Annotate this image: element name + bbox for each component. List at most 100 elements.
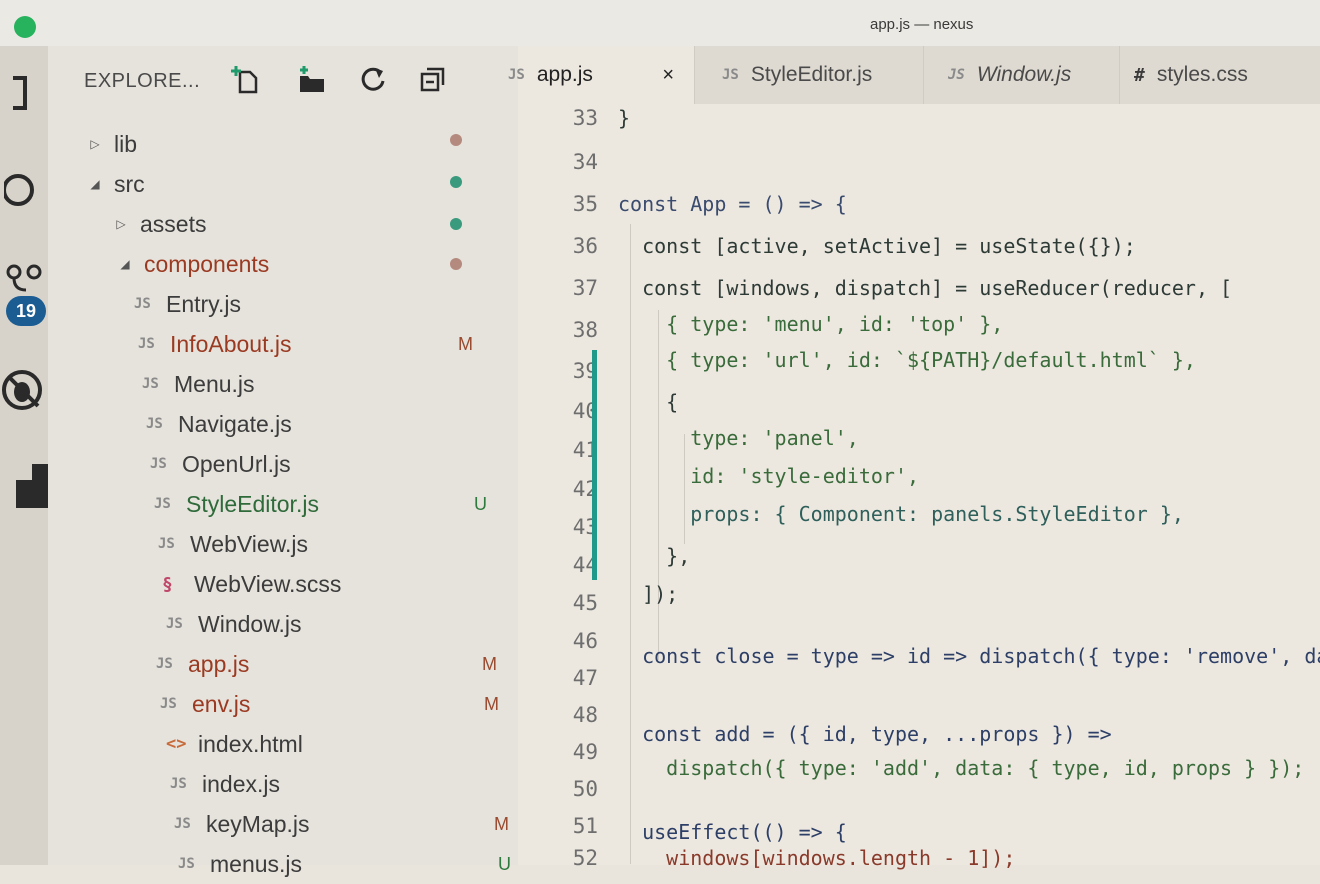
git-status-dot	[450, 258, 462, 270]
tab-label: StyleEditor.js	[750, 63, 873, 86]
code-line: const [windows, dispatch] = useReducer(r…	[618, 276, 1233, 300]
close-icon[interactable]: ×	[662, 64, 674, 87]
js-file-icon: JS	[174, 816, 191, 832]
tree-file-openurl[interactable]: JS OpenUrl.js	[48, 444, 518, 484]
tree-file-webview-js[interactable]: JS WebView.js	[48, 524, 518, 564]
tree-file-styleeditor[interactable]: JS StyleEditor.js U	[48, 484, 518, 524]
scm-badge: 19	[6, 296, 46, 326]
line-number-gutter: 33 34 35 36 37 38 39 40 41 42 43 44 45 4…	[518, 104, 608, 870]
tree-label: index.html	[198, 730, 303, 757]
explorer-header: EXPLORE...	[48, 46, 518, 114]
tree-file-env[interactable]: JS env.js M	[48, 684, 518, 724]
js-file-icon: JS	[150, 456, 167, 472]
tree-folder-lib[interactable]: ▷ lib	[48, 124, 518, 164]
window-title: app.js — nexus	[870, 16, 974, 33]
line-number: 46	[572, 629, 598, 653]
chevron-right-icon: ▷	[116, 217, 126, 231]
git-status-dot	[450, 218, 462, 230]
tree-folder-assets[interactable]: ▷ assets	[48, 204, 518, 244]
code-line: const [active, setActive] = useState({})…	[618, 234, 1136, 258]
code-line: { type: 'url', id: `${PATH}/default.html…	[618, 348, 1196, 372]
code-line: windows[windows.length - 1]);	[618, 846, 1016, 870]
line-number: 52	[572, 846, 598, 870]
tree-file-infoabout[interactable]: JS InfoAbout.js M	[48, 324, 518, 364]
tab-window-js[interactable]: JS Window.js	[924, 46, 1120, 104]
tree-label: keyMap.js	[206, 810, 310, 837]
indent-guide	[684, 434, 685, 544]
tree-label: InfoAbout.js	[170, 330, 292, 357]
scss-file-icon: §	[162, 573, 173, 595]
extensions-icon[interactable]	[0, 460, 48, 508]
js-file-icon: JS	[146, 416, 163, 432]
tree-file-webview-scss[interactable]: § WebView.scss	[48, 564, 518, 604]
line-number: 49	[572, 740, 598, 764]
activity-bar: 19	[0, 46, 48, 865]
js-file-icon: JS	[170, 776, 187, 792]
tree-label: WebView.js	[190, 530, 309, 557]
js-file-icon: JS	[508, 67, 525, 83]
tab-app-js[interactable]: JS app.js ×	[508, 46, 695, 104]
js-file-icon: JS	[948, 67, 965, 83]
tree-label: components	[144, 250, 270, 277]
tree-label: menus.js	[210, 850, 303, 877]
git-modified-badge: M	[484, 693, 499, 714]
code-line: useEffect(() => {	[618, 820, 847, 844]
js-file-icon: JS	[134, 296, 151, 312]
tab-label: Window.js	[976, 63, 1072, 86]
tree-folder-src[interactable]: ◢ src	[48, 164, 518, 204]
editor-tab-bar: JS app.js × JS StyleEditor.js JS Window.…	[508, 46, 1320, 105]
tree-file-menus[interactable]: JS menus.js U	[48, 844, 518, 884]
git-status-dot	[450, 134, 462, 146]
js-file-icon: JS	[158, 536, 175, 552]
tree-file-menu[interactable]: JS Menu.js	[48, 364, 518, 404]
tree-file-navigate[interactable]: JS Navigate.js	[48, 404, 518, 444]
git-modified-badge: M	[482, 653, 497, 674]
code-line: id: 'style-editor',	[618, 464, 920, 488]
new-folder-icon[interactable]	[296, 64, 326, 94]
js-file-icon: JS	[138, 336, 155, 352]
tree-file-index-html[interactable]: <> index.html	[48, 724, 518, 764]
js-file-icon: JS	[722, 67, 739, 83]
line-number: 37	[572, 276, 598, 300]
tree-file-window[interactable]: JS Window.js	[48, 604, 518, 644]
line-number: 47	[572, 666, 598, 690]
title-bar: app.js — nexus	[0, 0, 1320, 47]
tree-file-app[interactable]: JS app.js M	[48, 644, 518, 684]
code-editor[interactable]: 33 34 35 36 37 38 39 40 41 42 43 44 45 4…	[518, 104, 1320, 870]
tree-label: StyleEditor.js	[186, 490, 319, 517]
tab-label: styles.css	[1156, 63, 1248, 86]
line-number: 38	[572, 318, 598, 342]
files-icon[interactable]	[0, 72, 48, 112]
js-file-icon: JS	[166, 616, 183, 632]
debug-icon[interactable]	[0, 368, 48, 412]
git-modified-badge: M	[458, 333, 473, 354]
tree-folder-components[interactable]: ◢ components	[48, 244, 518, 284]
search-icon[interactable]	[0, 170, 48, 210]
source-control-icon[interactable]	[0, 264, 48, 298]
tree-label: index.js	[202, 770, 280, 797]
line-number: 50	[572, 777, 598, 801]
line-number: 48	[572, 703, 598, 727]
js-file-icon: JS	[142, 376, 159, 392]
tab-styles-css[interactable]: # styles.css	[1120, 46, 1320, 104]
collapse-all-icon[interactable]	[418, 64, 448, 94]
tree-label: src	[114, 170, 145, 197]
git-untracked-badge: U	[498, 853, 511, 874]
tree-file-entry[interactable]: JS Entry.js	[48, 284, 518, 324]
refresh-icon[interactable]	[358, 64, 388, 94]
git-status-dot	[450, 176, 462, 188]
tab-styleeditor-js[interactable]: JS StyleEditor.js	[694, 46, 924, 104]
code-area[interactable]: } const App = () => { const [active, set…	[618, 104, 1320, 870]
tree-label: lib	[114, 130, 138, 157]
code-line: dispatch({ type: 'add', data: { type, id…	[618, 756, 1305, 780]
new-file-icon[interactable]	[230, 64, 260, 94]
code-line: const close = type => id => dispatch({ t…	[618, 644, 1320, 668]
git-untracked-badge: U	[474, 493, 487, 514]
window-control-dot[interactable]	[14, 16, 36, 38]
line-number: 33	[572, 106, 598, 130]
tree-label: OpenUrl.js	[182, 450, 291, 477]
code-line: props: { Component: panels.StyleEditor }…	[618, 502, 1184, 526]
tree-file-index-js[interactable]: JS index.js	[48, 764, 518, 804]
tree-file-keymap[interactable]: JS keyMap.js M	[48, 804, 518, 844]
explorer-sidebar: EXPLORE... ▷ lib ◢ src ▷ assets ◢ compon…	[48, 46, 519, 877]
